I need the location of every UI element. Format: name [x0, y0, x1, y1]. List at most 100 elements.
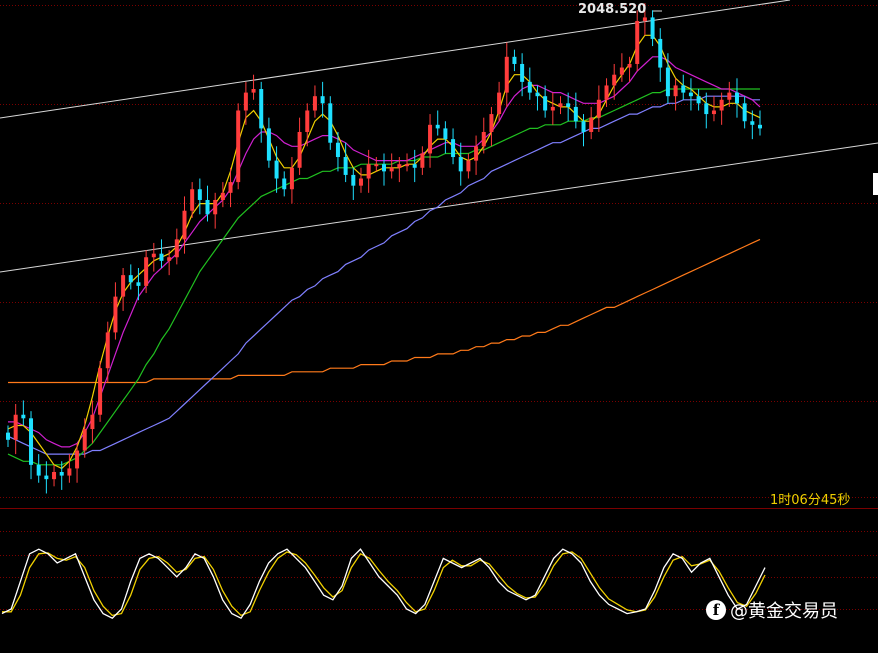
- bull-candle: [228, 182, 233, 193]
- bear-candle: [665, 67, 670, 97]
- bear-candle: [581, 121, 586, 132]
- bear-candle: [266, 128, 271, 161]
- bull-candle: [420, 153, 425, 168]
- ma-orange-line: [8, 238, 761, 384]
- bear-candle: [205, 199, 210, 215]
- bull-candle: [236, 110, 241, 183]
- bull-candle: [113, 296, 118, 333]
- bull-candle: [312, 96, 317, 111]
- ma-blue-line: [7, 95, 760, 455]
- bull-candle: [489, 114, 494, 132]
- bull-candle: [474, 146, 479, 161]
- bull-candle: [243, 92, 248, 111]
- bull-candle: [52, 472, 57, 480]
- bull-candle: [627, 63, 632, 68]
- ma-green-line: [7, 88, 760, 466]
- bull-candle: [481, 131, 486, 147]
- bull-candle: [98, 368, 103, 415]
- bear-candle: [512, 56, 517, 64]
- bull-candle: [67, 468, 72, 476]
- bear-candle: [382, 164, 386, 172]
- bear-candle: [573, 106, 578, 122]
- bear-candle: [520, 63, 525, 82]
- bear-candle: [274, 160, 279, 179]
- bear-candle: [566, 103, 571, 107]
- bull-candle: [612, 74, 617, 86]
- bull-candle: [13, 414, 18, 440]
- bull-candle: [82, 429, 87, 451]
- bear-candle: [758, 124, 762, 129]
- bull-candle: [397, 164, 402, 168]
- bull-candle: [504, 56, 509, 93]
- bear-candle: [688, 92, 693, 97]
- bear-candle: [742, 103, 747, 122]
- bull-candle: [182, 210, 187, 240]
- bull-candle: [121, 275, 126, 297]
- bull-candle: [550, 106, 555, 111]
- channel-upper: [0, 0, 791, 119]
- bear-candle: [451, 139, 456, 158]
- bull-candle: [558, 103, 563, 107]
- bear-candle: [704, 103, 709, 115]
- bull-candle: [251, 89, 256, 93]
- bull-candle: [305, 110, 310, 132]
- bull-candle: [297, 131, 302, 168]
- bull-candle: [75, 450, 80, 469]
- bear-candle: [29, 418, 34, 465]
- bear-candle: [59, 472, 64, 476]
- bear-candle: [343, 157, 348, 175]
- bear-candle: [543, 96, 548, 111]
- bear-candle: [197, 189, 202, 200]
- bull-candle: [719, 99, 724, 111]
- bear-candle: [458, 157, 463, 172]
- bear-candle: [335, 142, 340, 158]
- right-edge-marker: [873, 173, 878, 195]
- author-handle: @黄金交易员: [730, 601, 838, 622]
- grid-lines: [0, 5, 878, 610]
- channel-lower: [0, 142, 878, 273]
- bull-candle: [596, 99, 601, 118]
- oscillator-k-line: [1, 548, 766, 620]
- ma-magenta-line: [8, 56, 761, 448]
- bull-candle: [604, 85, 609, 100]
- candlesticks: [6, 3, 762, 494]
- bull-candle: [727, 92, 732, 100]
- bear-candle: [351, 174, 356, 186]
- bear-candle: [36, 464, 41, 476]
- bull-candle: [619, 67, 624, 75]
- bull-candle: [213, 199, 218, 215]
- price-chart[interactable]: [0, 0, 878, 653]
- bear-candle: [328, 103, 333, 143]
- bull-candle: [366, 164, 371, 179]
- bear-candle: [259, 89, 264, 129]
- bear-candle: [435, 124, 440, 129]
- bull-candle: [105, 332, 110, 369]
- bear-candle: [527, 81, 532, 93]
- bull-candle: [220, 192, 225, 200]
- oscillator-d-line: [2, 551, 766, 617]
- bear-candle: [696, 96, 701, 104]
- bear-candle: [443, 128, 448, 140]
- bull-candle: [144, 257, 149, 286]
- bull-candle: [497, 92, 502, 115]
- bear-candle: [320, 96, 325, 104]
- bull-candle: [389, 167, 394, 172]
- bull-candle: [190, 189, 195, 211]
- trend-channel: [0, 0, 878, 273]
- bear-candle: [734, 92, 739, 104]
- bull-candle: [635, 21, 640, 64]
- oscillator-panel: [1, 548, 766, 620]
- bull-candle: [174, 239, 179, 258]
- watermark: f @黄金交易员: [706, 598, 838, 622]
- bull-candle: [167, 257, 172, 261]
- bull-candle: [642, 17, 647, 22]
- bear-candle: [282, 178, 287, 190]
- bear-candle: [412, 164, 417, 168]
- bear-candle: [650, 17, 655, 39]
- bear-candle: [44, 475, 49, 480]
- candle-countdown: 1时06分45秒: [770, 493, 851, 508]
- bull-candle: [673, 85, 678, 97]
- bear-candle: [535, 92, 540, 97]
- high-price-label: 2048.520: [578, 2, 647, 17]
- bull-candle: [358, 178, 363, 186]
